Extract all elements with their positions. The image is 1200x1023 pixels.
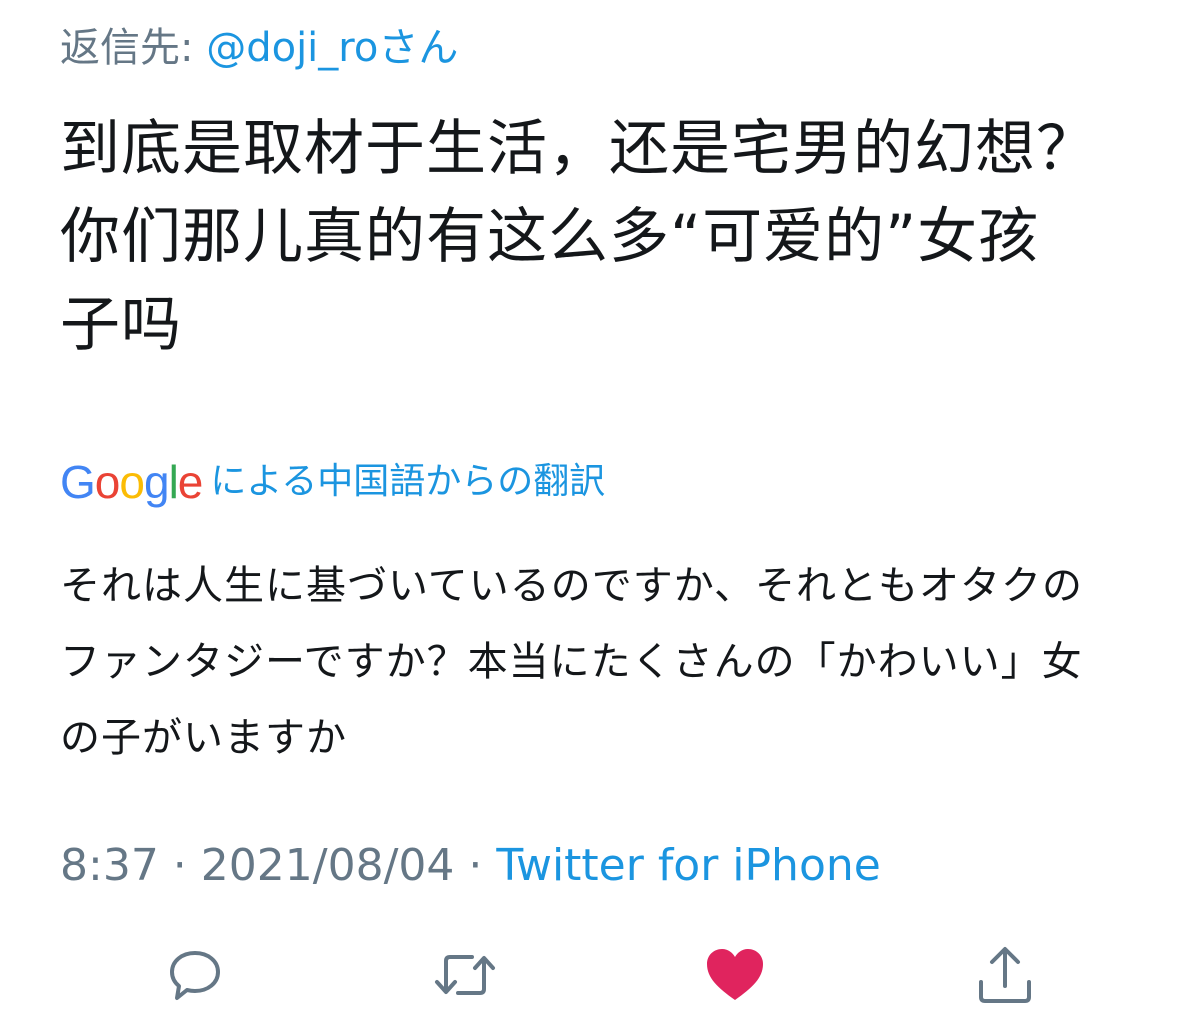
reply-to-line: 返信先: @doji_roさん — [60, 22, 458, 74]
retweet-button[interactable] — [430, 940, 500, 1010]
reply-to-handle-link[interactable]: @doji_roさん — [206, 25, 458, 71]
translated-text: それは人生に基づいているのですか、それともオタクのファンタジーですか？本当にたく… — [60, 563, 1083, 761]
reply-icon — [165, 945, 225, 1005]
tweet-date[interactable]: 2021/08/04 — [201, 840, 455, 891]
share-icon — [975, 944, 1035, 1006]
tweet-detail: 返信先: @doji_roさん 到底是取材于生活，还是宅男的幻想？你们那儿真的有… — [60, 0, 1170, 1023]
tweet-actions-bar — [60, 940, 1170, 1010]
google-logo: Google — [60, 456, 203, 508]
translation-label-link[interactable]: による中国語からの翻訳 — [210, 452, 605, 512]
tweet-source-link[interactable]: Twitter for iPhone — [496, 840, 880, 891]
heart-icon — [704, 946, 766, 1004]
tweet-meta: 8:37 · 2021/08/04 · Twitter for iPhone — [60, 836, 881, 896]
meta-separator: · — [158, 840, 201, 891]
tweet-text: 到底是取材于生活，还是宅男的幻想？你们那儿真的有这么多“可爱的”女孩子吗 — [60, 114, 1097, 360]
reply-button[interactable] — [160, 940, 230, 1010]
tweet-time[interactable]: 8:37 — [60, 840, 159, 891]
translation-header: Google による中国語からの翻訳 — [60, 452, 605, 512]
like-button[interactable] — [700, 940, 770, 1010]
retweet-icon — [432, 945, 498, 1005]
meta-separator: · — [454, 840, 497, 891]
share-button[interactable] — [970, 940, 1040, 1010]
reply-to-prefix: 返信先: — [60, 25, 194, 71]
